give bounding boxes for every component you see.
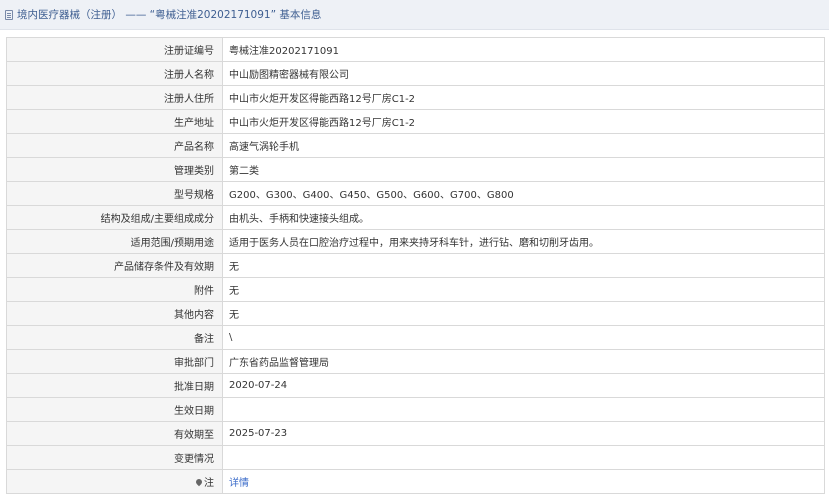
table-row: 备注 \ [6, 325, 825, 350]
details-link[interactable]: 详情 [229, 478, 249, 489]
table-row: 其他内容无 [6, 301, 825, 326]
table-row: 批准日期 2020-07-24 [6, 373, 825, 398]
production-address-value: 中山市火炬开发区得能西路12号厂房C1-2 [222, 109, 825, 134]
table-row: 注册人名称 中山励图精密器械有限公司 [6, 61, 825, 86]
registrant-address-label: 注册人住所 [6, 85, 223, 110]
table-row: 管理类别 第二类 [6, 157, 825, 182]
model-spec-value: G200、G300、G400、G450、G500、G600、G700、G800 [222, 181, 825, 206]
registrant-name-value: 中山励图精密器械有限公司 [222, 61, 825, 86]
approval-date-label: 批准日期 [6, 373, 223, 398]
expiry-date-label: 有效期至 [6, 421, 223, 446]
model-spec-label: 型号规格 [6, 181, 223, 206]
table-row: 注册人住所 中山市火炬开发区得能西路12号厂房C1-2 [6, 85, 825, 110]
accessories-value: 无 [222, 277, 825, 302]
remarks-label: 备注 [6, 325, 223, 350]
table-row: 变更情况 [6, 445, 825, 470]
approval-date-value: 2020-07-24 [222, 373, 825, 398]
intended-use-value: 适用于医务人员在口腔治疗过程中，用来夹持牙科车针，进行钻、磨和切削牙齿用。 [222, 229, 825, 254]
table-row: 附件无 [6, 277, 825, 302]
page-header: 境内医疗器械（注册） —— “粤械注准20202171091” 基本信息 [0, 0, 829, 30]
registrant-address-value: 中山市火炬开发区得能西路12号厂房C1-2 [222, 85, 825, 110]
approval-department-value: 广东省药品监督管理局 [222, 349, 825, 374]
structure-composition-label: 结构及组成/主要组成成分 [6, 205, 223, 230]
document-icon [5, 9, 13, 20]
note-label-cell: 注 [6, 469, 223, 494]
registrant-name-label: 注册人名称 [6, 61, 223, 86]
page-title: 境内医疗器械（注册） —— “粤械注准20202171091” 基本信息 [17, 9, 322, 21]
change-history-value [222, 445, 825, 470]
effective-date-label: 生效日期 [6, 397, 223, 422]
management-category-value: 第二类 [222, 157, 825, 182]
storage-validity-label: 产品储存条件及有效期 [6, 253, 223, 278]
intended-use-label: 适用范围/预期用途 [6, 229, 223, 254]
other-content-label: 其他内容 [6, 301, 223, 326]
table-row: 注册证编号 粤械注准20202171091 [6, 37, 825, 62]
product-name-value: 高速气涡轮手机 [222, 133, 825, 158]
structure-composition-value: 由机头、手柄和快速接头组成。 [222, 205, 825, 230]
note-label: 注 [204, 478, 214, 489]
table-row-note: 注 详情 [6, 469, 825, 494]
table-row: 产品名称 高速气涡轮手机 [6, 133, 825, 158]
table-row: 审批部门 广东省药品监督管理局 [6, 349, 825, 374]
table-row: 型号规格 G200、G300、G400、G450、G500、G600、G700、G… [6, 181, 825, 206]
storage-validity-value: 无 [222, 253, 825, 278]
expiry-date-value: 2025-07-23 [222, 421, 825, 446]
management-category-label: 管理类别 [6, 157, 223, 182]
approval-department-label: 审批部门 [6, 349, 223, 374]
effective-date-value [222, 397, 825, 422]
accessories-label: 附件 [6, 277, 223, 302]
table-row: 适用范围/预期用途 适用于医务人员在口腔治疗过程中，用来夹持牙科车针，进行钻、磨和… [6, 229, 825, 254]
table-row: 产品储存条件及有效期无 [6, 253, 825, 278]
table-row: 生效日期 [6, 397, 825, 422]
change-history-label: 变更情况 [6, 445, 223, 470]
product-name-label: 产品名称 [6, 133, 223, 158]
table-row: 生产地址 中山市火炬开发区得能西路12号厂房C1-2 [6, 109, 825, 134]
table-row: 有效期至 2025-07-23 [6, 421, 825, 446]
pin-icon [194, 477, 204, 487]
table-row: 结构及组成/主要组成成分 由机头、手柄和快速接头组成。 [6, 205, 825, 230]
registration-number-label: 注册证编号 [6, 37, 223, 62]
other-content-value: 无 [222, 301, 825, 326]
production-address-label: 生产地址 [6, 109, 223, 134]
detail-table: 注册证编号 粤械注准20202171091 注册人名称 中山励图精密器械有限公司 注册人… [6, 37, 825, 494]
registration-number-value: 粤械注准20202171091 [222, 37, 825, 62]
note-value-cell: 详情 [222, 469, 825, 494]
remarks-value: \ [222, 325, 825, 350]
